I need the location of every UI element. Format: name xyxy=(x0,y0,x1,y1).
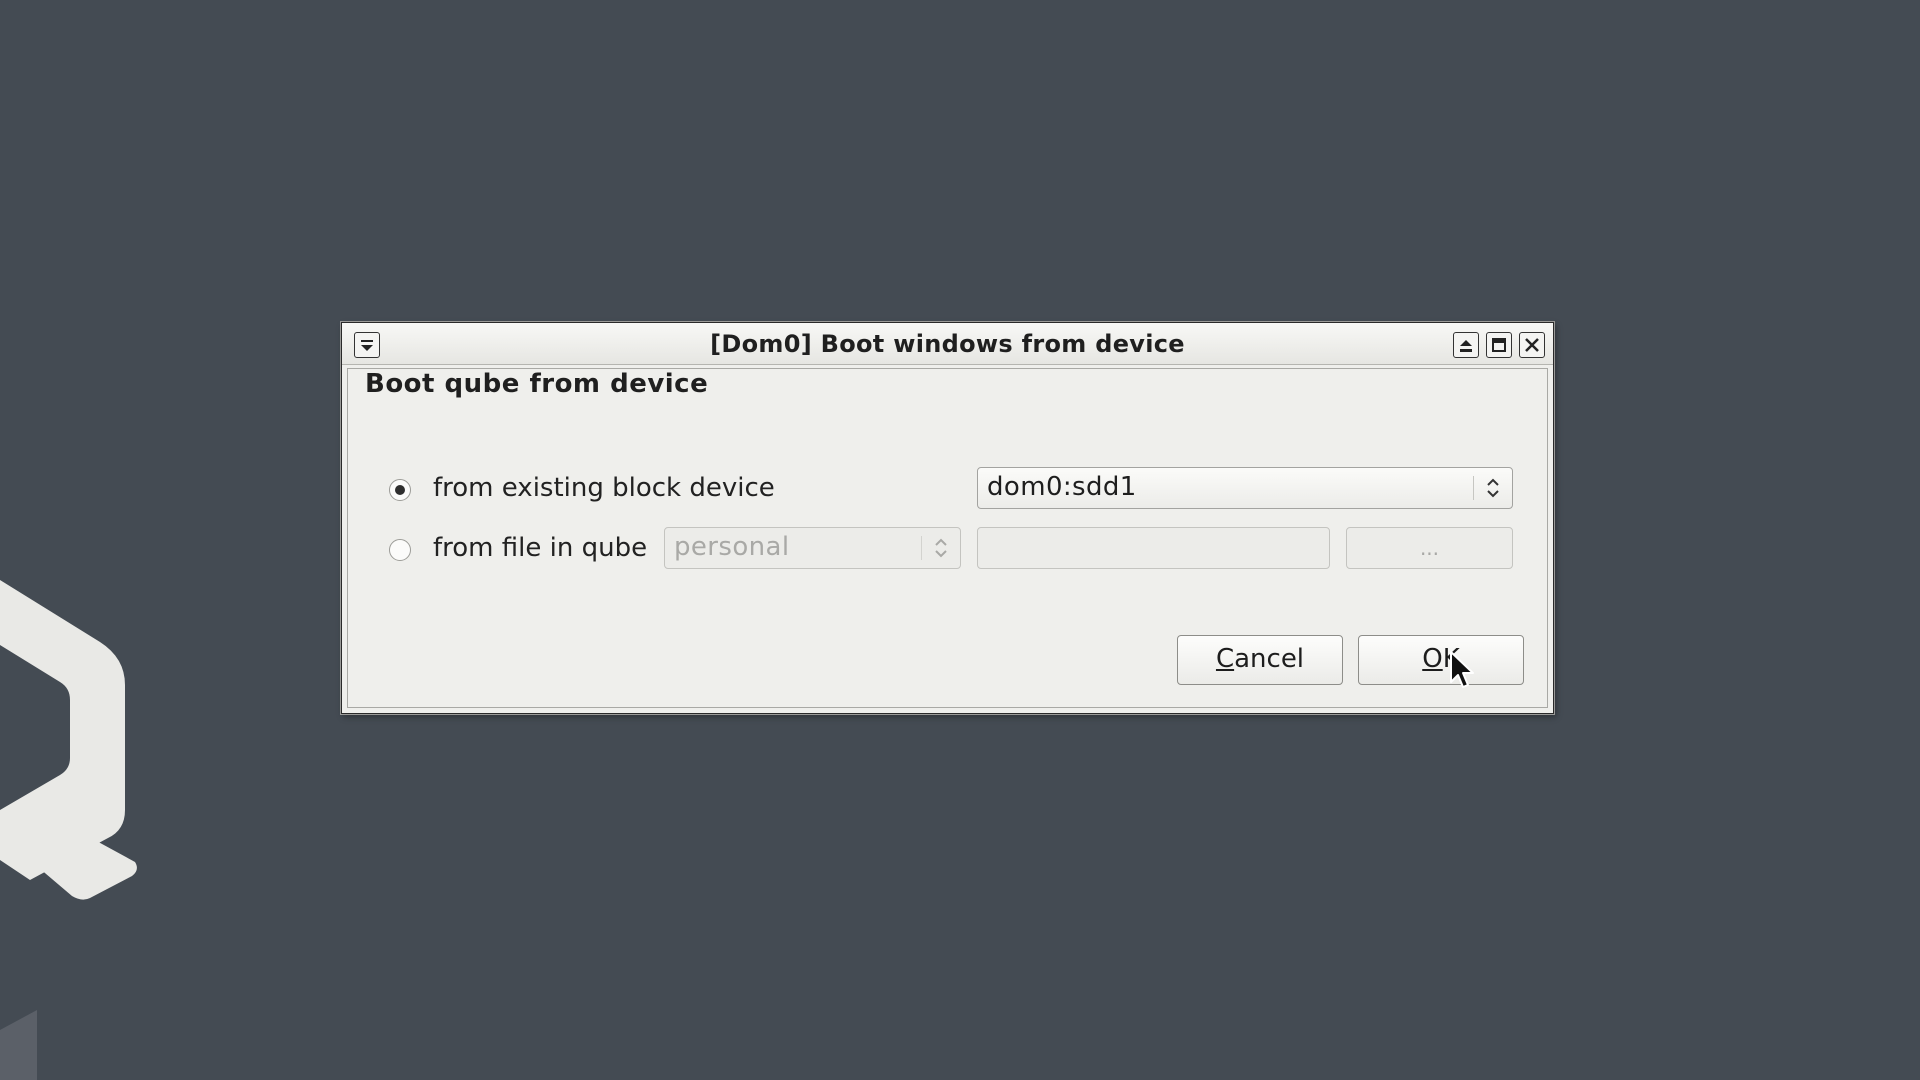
ok-mnemonic: O xyxy=(1422,644,1443,674)
existing-device-radio[interactable] xyxy=(389,479,411,501)
select-separator xyxy=(921,536,922,560)
close-icon xyxy=(1525,338,1539,352)
qubes-logo-fragment xyxy=(0,1010,37,1080)
updown-arrows-icon xyxy=(935,538,947,558)
close-button[interactable] xyxy=(1519,332,1545,358)
title-bar[interactable]: [Dom0] Boot windows from device xyxy=(342,323,1553,365)
boot-dialog-window: [Dom0] Boot windows from device Boot qub… xyxy=(341,322,1554,714)
file-path-input[interactable] xyxy=(977,527,1330,569)
maximize-icon xyxy=(1492,338,1506,352)
qubes-logo xyxy=(0,580,137,900)
device-select-value: dom0:sdd1 xyxy=(987,472,1137,502)
desktop: [Dom0] Boot windows from device Boot qub… xyxy=(0,0,1920,1080)
updown-arrows-icon xyxy=(1487,478,1499,498)
cancel-mnemonic: C xyxy=(1215,644,1235,674)
window-title: [Dom0] Boot windows from device xyxy=(710,330,1185,358)
maximize-button[interactable] xyxy=(1486,332,1512,358)
cancel-label-rest: ancel xyxy=(1234,644,1305,674)
browse-button[interactable]: ... xyxy=(1346,527,1513,569)
cancel-button[interactable]: Cancel xyxy=(1177,635,1343,685)
select-separator xyxy=(1473,476,1474,500)
file-in-qube-label[interactable]: from file in qube xyxy=(433,533,647,563)
shade-button[interactable] xyxy=(1453,332,1479,358)
ok-button[interactable]: OK xyxy=(1358,635,1524,685)
dialog-heading: Boot qube from device xyxy=(365,369,709,399)
file-in-qube-radio[interactable] xyxy=(389,539,411,561)
qube-select-value: personal xyxy=(674,532,790,562)
existing-device-label[interactable]: from existing block device xyxy=(433,473,775,503)
qube-select[interactable]: personal xyxy=(664,527,961,569)
mouse-cursor-icon xyxy=(1450,651,1474,688)
shade-icon xyxy=(1460,340,1472,352)
device-select[interactable]: dom0:sdd1 xyxy=(977,467,1513,509)
